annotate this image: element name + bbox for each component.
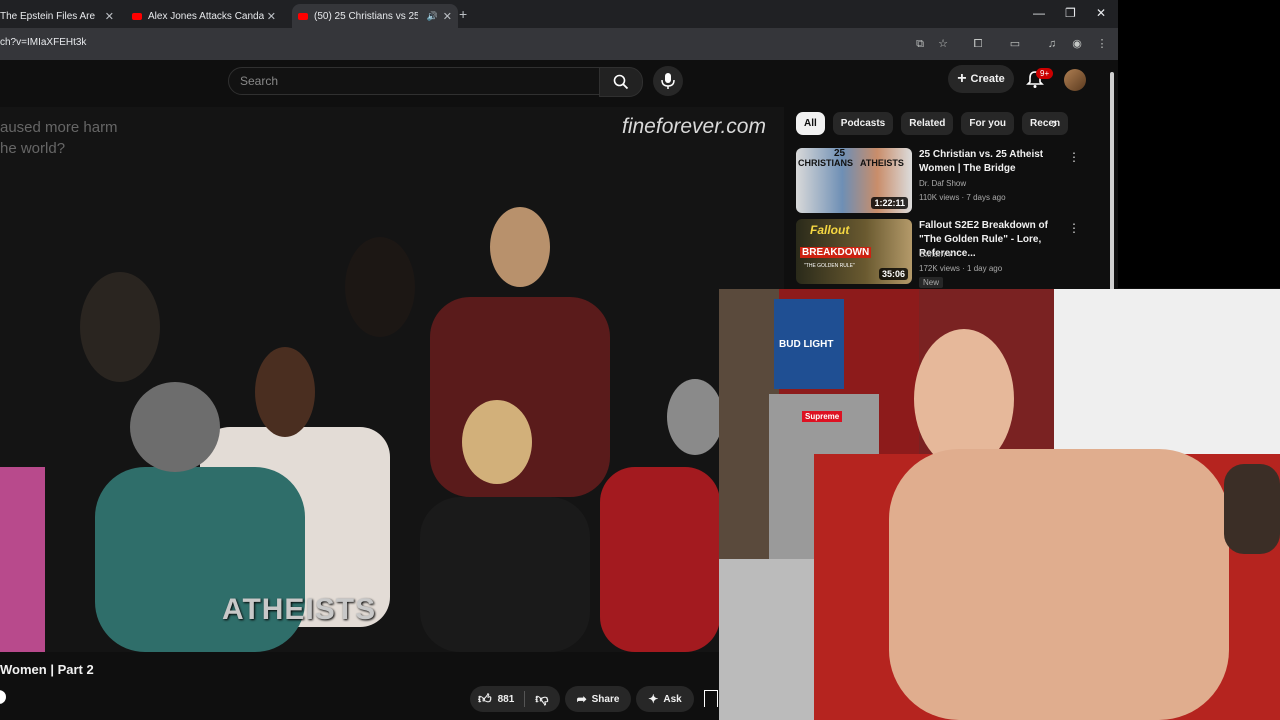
notification-count-badge: 9+ <box>1036 68 1054 79</box>
voice-search-button[interactable] <box>653 66 683 96</box>
split-view-icon[interactable]: ▭ <box>1008 37 1022 51</box>
search-icon <box>613 74 629 90</box>
recommendation-title[interactable]: 25 Christian vs. 25 Atheist Women | The … <box>919 148 1064 176</box>
overlay-line-1: aused more harm <box>0 119 118 136</box>
browser-tab-2[interactable]: Alex Jones Attacks Candace Ow... ✕ <box>132 4 282 28</box>
close-window-icon[interactable]: ✕ <box>1096 6 1106 20</box>
share-button[interactable]: ➦ Share <box>565 686 631 712</box>
new-tab-button[interactable]: + <box>459 6 467 22</box>
more-options-icon[interactable]: ⋮ <box>1068 150 1080 164</box>
menu-kebab-icon[interactable]: ⋮ <box>1095 37 1109 51</box>
recommendation-item[interactable]: 25 CHRISTIANS ATHEISTS 1:22:11 25 Christ… <box>796 148 1086 216</box>
account-avatar[interactable] <box>1064 69 1086 91</box>
chip-recent[interactable]: Recen <box>1022 112 1069 135</box>
media-control-icon[interactable]: ♫ <box>1045 37 1059 51</box>
overlay-line-2: he world? <box>0 140 66 157</box>
verified-check-icon: ✔ <box>947 250 955 259</box>
thumbnail-text: Fallout <box>810 223 850 237</box>
share-arrow-icon: ➦ <box>576 692 587 706</box>
video-player[interactable]: aused more harm he world? fineforever.co… <box>0 107 784 652</box>
microphone-icon <box>661 73 675 89</box>
address-bar-row: ch?v=IMIaXFEHt3k ⧉ ☆ ⧠ ▭ ♫ ◉ ⋮ <box>0 28 1118 60</box>
close-tab-icon[interactable]: ✕ <box>443 10 452 23</box>
create-button[interactable]: + Create <box>948 65 1014 93</box>
thumbs-down-icon: 👎︎ <box>535 691 549 706</box>
share-label: Share <box>591 693 620 705</box>
sparkle-icon: ✦ <box>648 692 659 706</box>
video-title: Women | Part 2 <box>0 662 94 677</box>
chip-related[interactable]: Related <box>901 112 954 135</box>
webcam-scene <box>719 289 1280 720</box>
like-dislike-group: 👍︎ 881 👎︎ <box>470 686 560 712</box>
chevron-right-icon[interactable]: › <box>1052 115 1057 133</box>
webcam-overlay: BUD LIGHT Supreme <box>719 289 1280 720</box>
like-count: 881 <box>497 693 515 705</box>
new-badge: New <box>919 277 944 288</box>
video-duration: 1:22:11 <box>871 197 908 209</box>
video-duration: 35:06 <box>878 268 908 280</box>
thumbnail-text: BREAKDOWN <box>800 247 872 258</box>
ask-button[interactable]: ✦ Ask <box>636 686 694 712</box>
youtube-favicon-icon <box>132 12 142 20</box>
maximize-icon[interactable]: ❐ <box>1065 6 1076 20</box>
tab-title: The Epstein Files Are Way... <box>0 10 96 22</box>
video-watermark: fineforever.com <box>622 115 766 138</box>
browser-tab-3-active[interactable]: (50) 25 Christians vs 25 Ath... 🔊 ✕ <box>292 4 458 28</box>
minimize-icon[interactable]: — <box>1033 6 1045 20</box>
bookmark-star-icon[interactable]: ☆ <box>936 37 950 51</box>
chip-for-you[interactable]: For you <box>961 112 1015 135</box>
search-button[interactable] <box>599 67 643 97</box>
video-meta: 172K views · 1 day ago <box>919 264 1003 273</box>
like-button[interactable]: 👍︎ 881 <box>470 691 514 707</box>
box-label: BUD LIGHT <box>779 339 834 350</box>
dislike-button[interactable]: 👎︎ <box>535 691 548 707</box>
video-meta: 110K views · 7 days ago <box>919 193 1006 202</box>
scrollbar-thumb[interactable] <box>1110 72 1114 292</box>
channel-name[interactable]: Oxhorn ✔ <box>919 250 954 259</box>
tab-title: Alex Jones Attacks Candace Ow... <box>148 10 264 22</box>
video-frame-scene <box>0 107 784 652</box>
video-thumbnail[interactable]: 25 CHRISTIANS ATHEISTS 1:22:11 <box>796 148 912 213</box>
audio-playing-icon[interactable]: 🔊 <box>427 11 438 22</box>
search-input[interactable]: Search <box>228 67 601 95</box>
sticker-label: Supreme <box>802 411 843 422</box>
thumbnail-text: ATHEISTS <box>860 158 904 168</box>
chip-all[interactable]: All <box>796 112 825 135</box>
close-tab-icon[interactable]: ✕ <box>105 10 114 23</box>
recommendation-filter-chips: All Podcasts Related For you Recen <box>796 112 1069 135</box>
profile-icon[interactable]: ◉ <box>1070 37 1084 51</box>
thumbnail-text: CHRISTIANS <box>798 158 854 168</box>
extensions-icon[interactable]: ⧠ <box>971 37 985 51</box>
video-thumbnail[interactable]: Fallout BREAKDOWN "THE GOLDEN RULE" 35:0… <box>796 219 912 284</box>
create-label: Create <box>970 73 1005 85</box>
channel-name-text: Oxhorn <box>919 250 946 259</box>
ask-label: Ask <box>663 693 682 705</box>
tab-title: (50) 25 Christians vs 25 Ath... <box>314 10 418 22</box>
divider <box>524 691 526 707</box>
cast-icon[interactable]: ⧉ <box>913 37 927 51</box>
save-bookmark-icon[interactable] <box>704 690 718 707</box>
url-field[interactable]: ch?v=IMIaXFEHt3k <box>0 37 86 48</box>
browser-tab-1[interactable]: The Epstein Files Are Way... ✕ <box>0 4 120 28</box>
thumbnail-text: "THE GOLDEN RULE" <box>804 263 855 269</box>
video-caption: ATHEISTS <box>222 593 377 626</box>
recommendation-item[interactable]: Fallout BREAKDOWN "THE GOLDEN RULE" 35:0… <box>796 219 1086 288</box>
youtube-favicon-icon <box>298 12 308 20</box>
close-tab-icon[interactable]: ✕ <box>267 10 276 23</box>
desktop-background <box>1118 0 1280 288</box>
more-options-icon[interactable]: ⋮ <box>1068 221 1080 235</box>
channel-name[interactable]: Dr. Daf Show <box>919 179 966 188</box>
search-placeholder: Search <box>240 74 279 88</box>
browser-tab-strip: The Epstein Files Are Way... ✕ Alex Jone… <box>0 0 1118 28</box>
thumbs-up-icon: 👍︎ <box>478 691 492 706</box>
plus-icon: + <box>957 70 967 87</box>
overlay-question-text: aused more harm he world? <box>0 117 118 159</box>
chip-podcasts[interactable]: Podcasts <box>832 112 894 135</box>
